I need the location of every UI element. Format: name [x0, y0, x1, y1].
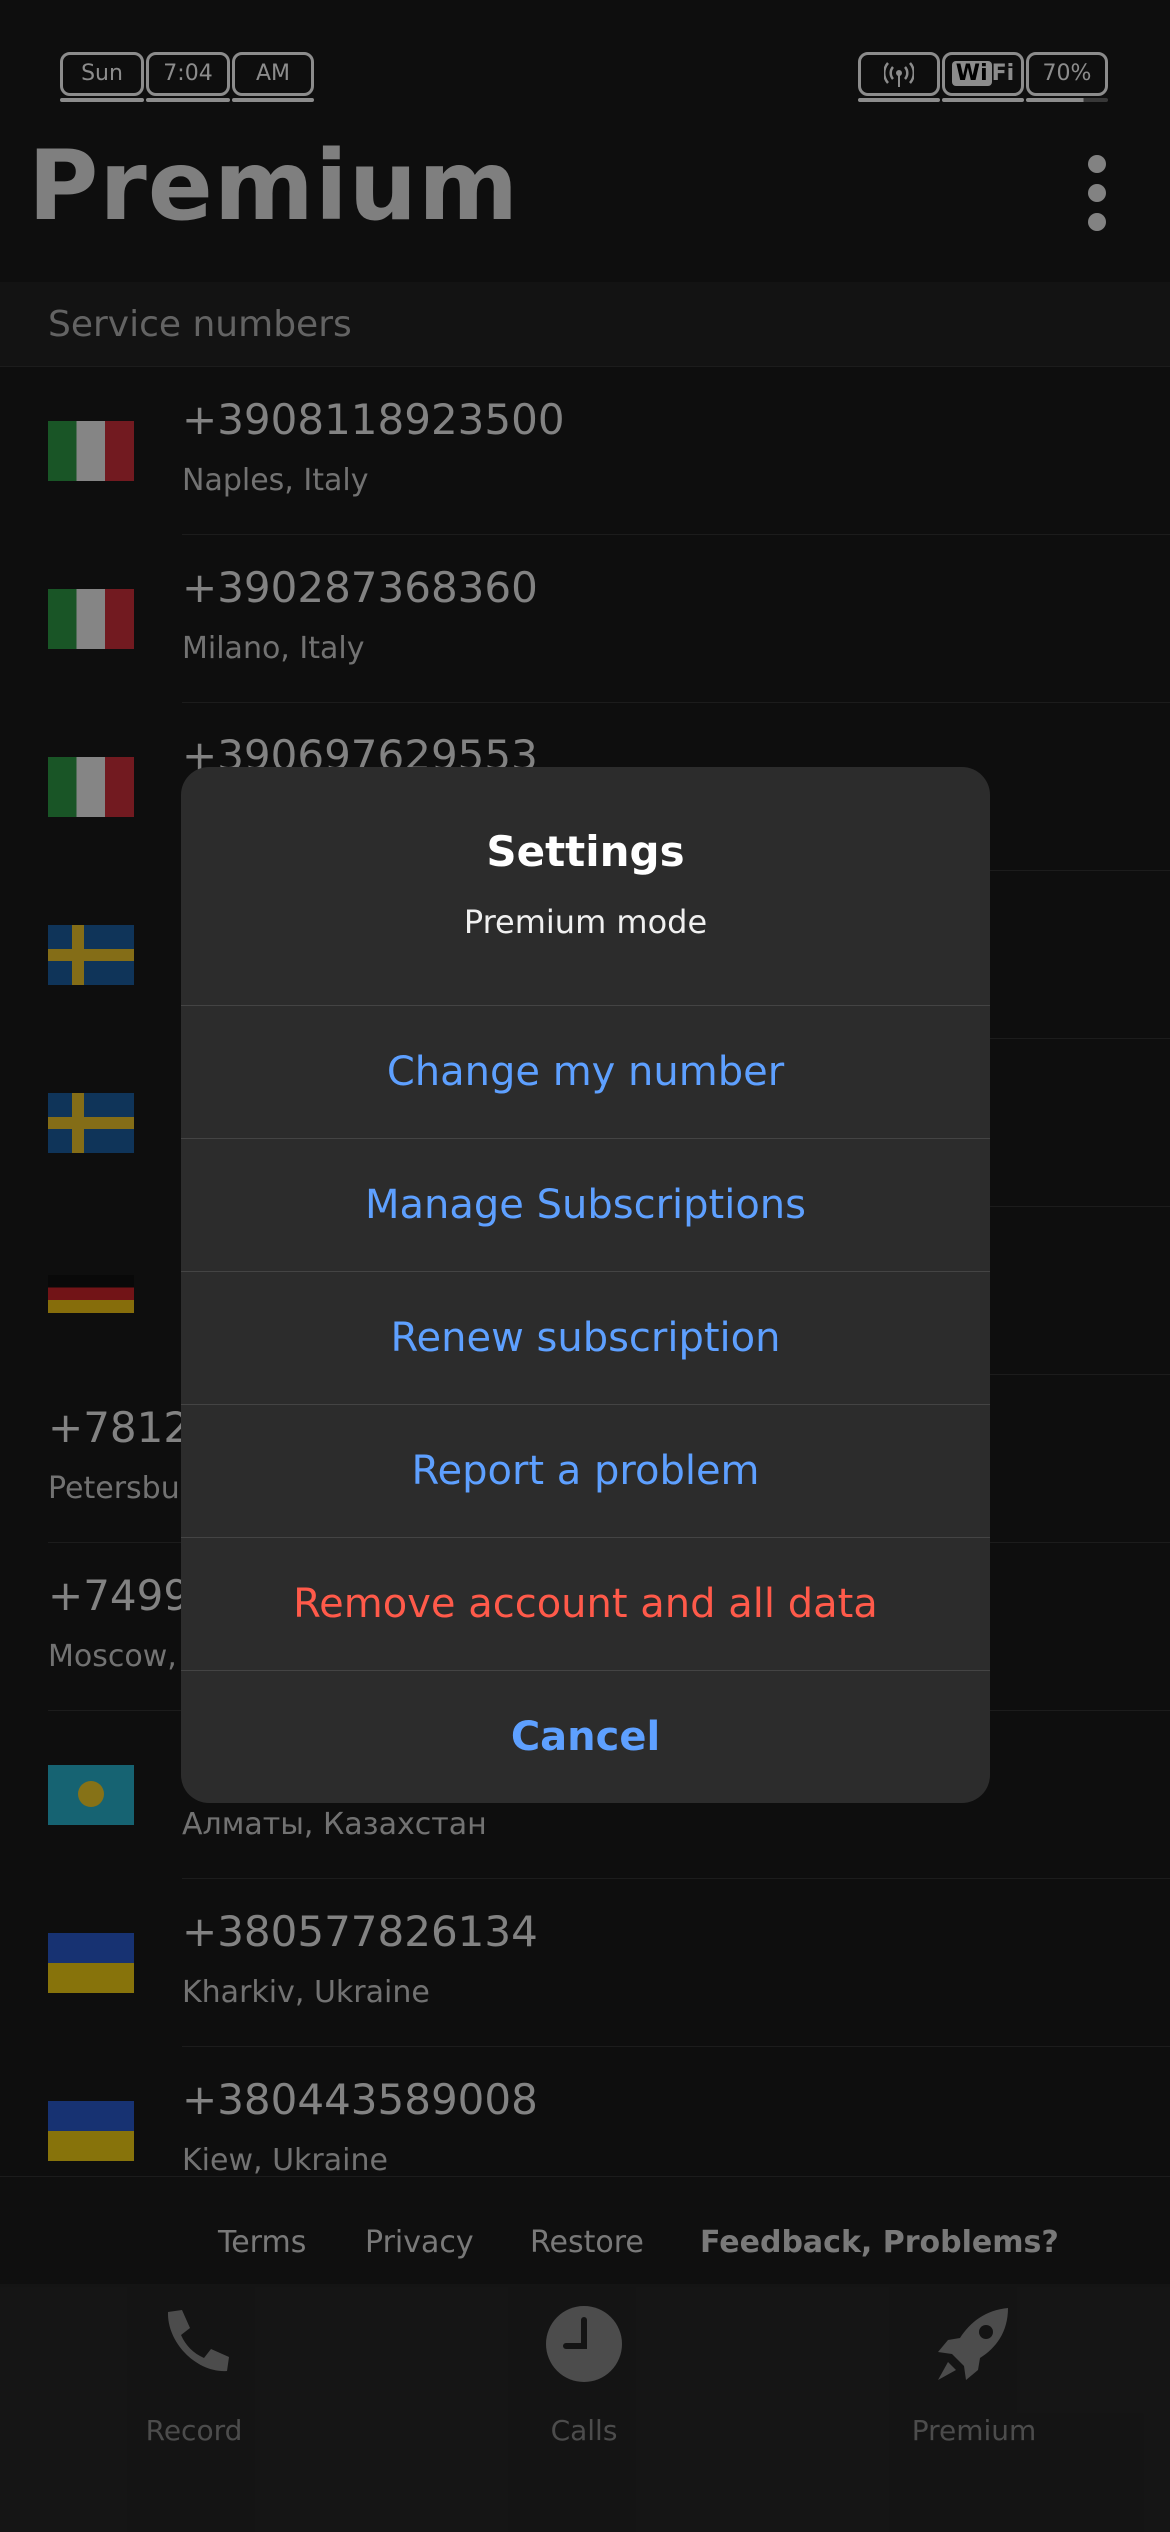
cancel-button[interactable]: Cancel	[181, 1671, 990, 1803]
remove-account-button[interactable]: Remove account and all data	[181, 1538, 990, 1671]
settings-dialog: Settings Premium mode Change my number M…	[181, 767, 990, 1803]
dialog-subtitle: Premium mode	[463, 903, 708, 941]
dialog-header: Settings Premium mode	[181, 767, 990, 1006]
dialog-title: Settings	[486, 827, 685, 876]
renew-subscription-button[interactable]: Renew subscription	[181, 1272, 990, 1405]
report-problem-button[interactable]: Report a problem	[181, 1405, 990, 1538]
manage-subscriptions-button[interactable]: Manage Subscriptions	[181, 1139, 990, 1272]
change-number-button[interactable]: Change my number	[181, 1006, 990, 1139]
